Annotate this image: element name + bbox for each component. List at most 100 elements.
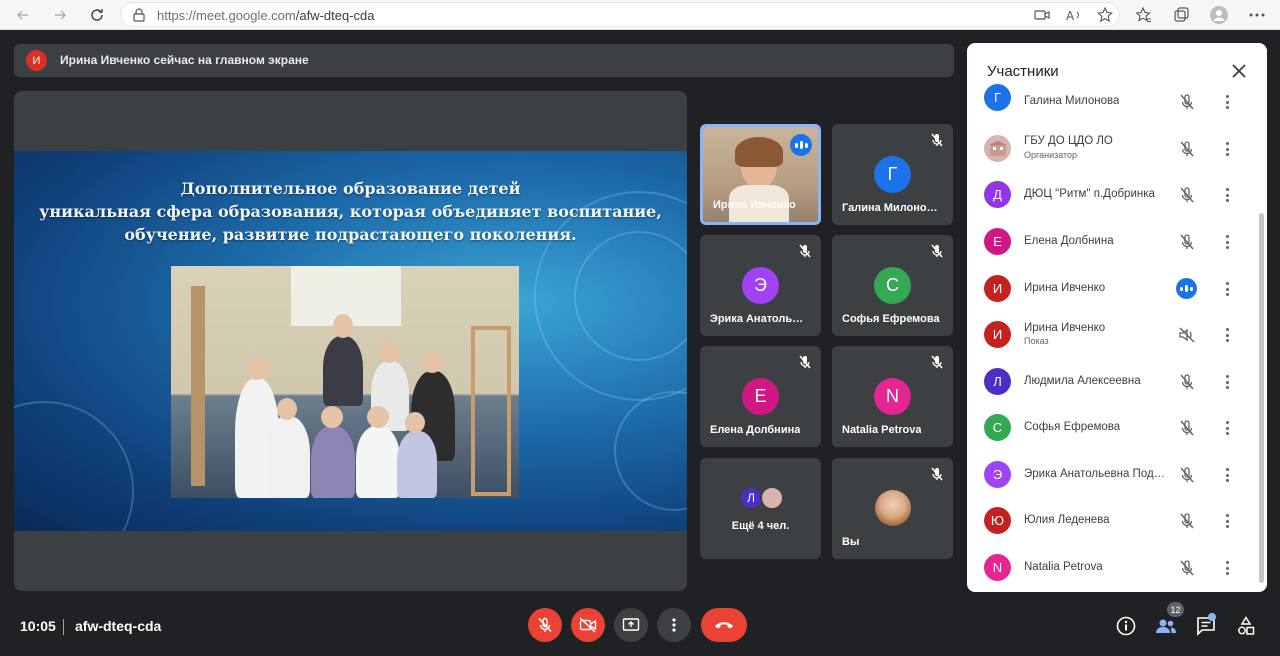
reload-icon[interactable] [86, 4, 108, 26]
easel [471, 326, 511, 496]
meeting-details-button[interactable] [1114, 614, 1138, 638]
easel [191, 286, 205, 486]
participant-row[interactable]: ГБУ ДО ЦДО ЛО Организатор [967, 129, 1257, 169]
tile-galina[interactable]: Г Галина Милоно… [832, 124, 953, 225]
participant-name: Людмила Алексеевна [1024, 375, 1141, 387]
tile-video-irina[interactable]: Ирина Ивченко [700, 124, 821, 225]
more-options-icon[interactable] [1219, 186, 1235, 204]
favorites-icon[interactable] [1133, 4, 1155, 26]
photo-person-head [405, 412, 425, 433]
tile-more-people[interactable]: Л Ещё 4 чел. [700, 458, 821, 559]
more-people-label: Ещё 4 чел. [731, 520, 790, 532]
mic-off-icon [1180, 560, 1194, 576]
banner-avatar: И [26, 50, 47, 71]
more-menu-icon[interactable] [1246, 4, 1268, 26]
mic-off-icon [1180, 374, 1194, 390]
close-icon[interactable] [1229, 61, 1249, 81]
slide-decor-ring [14, 401, 134, 531]
camera-toggle-button[interactable] [571, 608, 605, 642]
participant-row[interactable]: И Ирина Ивченко Показ [967, 315, 1257, 355]
address-bar[interactable]: https://meet.google.com/afw-dteq-cda [120, 2, 1120, 27]
browser-toolbar: https://meet.google.com/afw-dteq-cda A [0, 0, 1280, 30]
tile-natalia[interactable]: N Natalia Petrova [832, 346, 953, 447]
more-options-icon[interactable] [1219, 512, 1235, 530]
slide-title-line: уникальная сфера образования, которая об… [39, 202, 662, 221]
participant-row[interactable]: N Natalia Petrova [967, 548, 1257, 588]
participant-name: Эрика Анатольевна Под… [1024, 468, 1166, 480]
participant-avatar: И [984, 275, 1011, 302]
mic-off-icon [1180, 234, 1194, 250]
more-options-icon[interactable] [1219, 233, 1235, 251]
photo-person-head [246, 356, 268, 380]
participant-avatar: N [984, 554, 1011, 581]
participant-name: Елена Долбнина [1024, 235, 1114, 247]
participant-avatar: Л [984, 368, 1011, 395]
mic-toggle-button[interactable] [528, 608, 562, 642]
forward-arrow-icon[interactable] [49, 4, 71, 26]
mic-off-icon [1180, 420, 1194, 436]
panel-scrollbar[interactable] [1259, 213, 1264, 583]
participant-avatar: Д [984, 181, 1011, 208]
org-avatar-icon [760, 486, 784, 510]
self-avatar [875, 490, 911, 526]
org-avatar-icon [984, 135, 1011, 162]
tile-self[interactable]: Вы [832, 458, 953, 559]
camera-permission-icon[interactable] [1031, 4, 1053, 26]
tile-avatar: Э [742, 267, 779, 304]
participant-row[interactable]: Л Людмила Алексеевна [967, 362, 1257, 402]
mic-off-icon [1180, 467, 1194, 483]
participant-avatar: С [984, 414, 1011, 441]
divider [63, 619, 64, 635]
tile-sofya[interactable]: С Софья Ефремова [832, 235, 953, 336]
more-options-button[interactable] [657, 608, 691, 642]
more-options-icon[interactable] [1219, 140, 1235, 158]
mic-off-icon [1180, 94, 1194, 110]
more-options-icon[interactable] [1219, 280, 1235, 298]
people-button[interactable] [1154, 614, 1178, 638]
add-favorite-icon[interactable] [1094, 4, 1116, 26]
more-options-icon[interactable] [1219, 466, 1235, 484]
tile-name: Natalia Petrova [842, 424, 922, 436]
tile-name: Ирина Ивченко [713, 199, 796, 211]
participant-row[interactable]: Э Эрика Анатольевна Под… [967, 455, 1257, 495]
participant-row[interactable]: Д ДЮЦ "Ритм" п.Добринка [967, 175, 1257, 215]
profile-avatar-icon[interactable] [1208, 4, 1230, 26]
panel-title: Участники [987, 63, 1059, 80]
presenting-banner: И Ирина Ивченко сейчас на главном экране [14, 44, 954, 77]
more-options-icon[interactable] [1219, 373, 1235, 391]
participant-avatar: Э [984, 461, 1011, 488]
read-aloud-icon[interactable]: A [1063, 4, 1085, 26]
participants-panel: Участники Г Галина Милонова ГБУ ДО ЦДО Л… [967, 43, 1267, 592]
tile-avatar: Е [742, 378, 779, 415]
participant-row[interactable]: Ю Юлия Леденева [967, 501, 1257, 541]
more-options-icon[interactable] [1219, 93, 1235, 111]
people-icon [1156, 619, 1176, 633]
activities-button[interactable] [1234, 614, 1258, 638]
participant-row[interactable]: И Ирина Ивченко [967, 269, 1257, 309]
tile-name: Софья Ефремова [842, 313, 940, 325]
tile-name: Галина Милоно… [842, 202, 938, 214]
participant-name: Ирина Ивченко [1024, 282, 1106, 294]
participant-row[interactable]: Е Елена Долбнина [967, 222, 1257, 262]
photo-person-head [333, 314, 353, 338]
url-host: https://meet.google.com [157, 8, 296, 23]
more-options-icon[interactable] [1219, 419, 1235, 437]
collections-icon[interactable] [1170, 4, 1192, 26]
participant-avatar: Г [984, 84, 1011, 111]
mic-off-icon [799, 244, 811, 258]
more-options-icon[interactable] [1219, 559, 1235, 577]
back-arrow-icon[interactable] [12, 4, 34, 26]
leave-call-button[interactable] [701, 608, 747, 642]
tile-erika[interactable]: Э Эрика Анатоль… [700, 235, 821, 336]
present-screen-button[interactable] [614, 608, 648, 642]
participant-row[interactable]: С Софья Ефремова [967, 408, 1257, 448]
tile-elena[interactable]: Е Елена Долбнина [700, 346, 821, 447]
photo-person-head [379, 341, 399, 363]
mic-off-icon [799, 355, 811, 369]
participant-row[interactable]: Г Галина Милонова [967, 82, 1257, 122]
participant-avatar: Ю [984, 507, 1011, 534]
participant-name: ДЮЦ "Ритм" п.Добринка [1024, 188, 1155, 200]
group-photo [171, 266, 519, 498]
more-options-icon[interactable] [1219, 326, 1235, 344]
presentation-stage[interactable]: Дополнительное образование детей уникаль… [14, 91, 687, 591]
